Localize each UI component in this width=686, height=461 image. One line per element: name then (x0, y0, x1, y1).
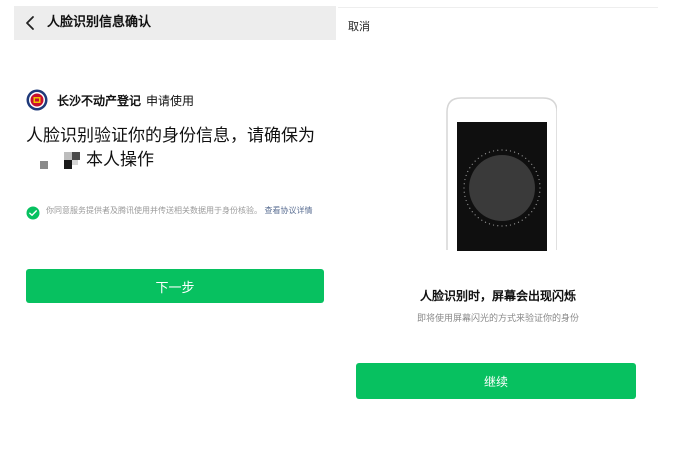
dial-tick (471, 163, 473, 165)
dial-tick (469, 167, 471, 169)
dial-tick (474, 214, 476, 216)
dial-tick (465, 174, 467, 177)
dial-tick (513, 151, 516, 153)
dial-tick (521, 155, 523, 157)
dial-tick (509, 224, 512, 226)
dial-tick (488, 223, 491, 225)
dial-tick (525, 157, 527, 159)
dial-tick (535, 203, 537, 206)
cancel-button[interactable]: 取消 (348, 18, 370, 34)
dial-tick (521, 219, 523, 221)
dial-tick (505, 225, 507, 227)
dial-tick (481, 219, 483, 221)
heading-line-2-text: 本人操作 (86, 149, 154, 170)
heading-line-2: 本人操作 (26, 148, 154, 172)
dial-tick (497, 225, 499, 227)
dial-tick (488, 151, 491, 153)
top-bar: 人脸识别信息确认 (14, 6, 336, 40)
dial-tick (513, 223, 516, 225)
dial-tick (517, 153, 520, 155)
flash-notice-panel: 取消 人脸识别时，屏幕会出现闪烁 即将使用屏幕闪光的方式来验证你的身份 继续 (338, 7, 658, 461)
dial-tick (463, 191, 465, 193)
dial-tick (533, 207, 535, 209)
dial-tick (528, 214, 530, 216)
flash-subtitle: 即将使用屏幕闪光的方式来验证你的身份 (416, 314, 579, 324)
dial-tick (484, 221, 487, 223)
dial-tick (528, 160, 530, 162)
dial-tick (492, 224, 495, 226)
dial-tick (474, 160, 476, 162)
dial-tick (471, 211, 473, 213)
seal-logo (26, 89, 48, 111)
dial-tick (481, 155, 483, 157)
dial-tick (539, 187, 541, 189)
screen: 人脸识别信息确认 长沙不动产登记 申请使用 人脸识别验证你的身份信息，请确保为 (0, 0, 686, 461)
dial-tick (539, 183, 541, 185)
dial-tick (477, 157, 479, 159)
dial-tick (463, 183, 465, 185)
dial-tick (464, 195, 466, 198)
dial-tick (501, 225, 503, 227)
info-confirm-panel: 人脸识别信息确认 长沙不动产登记 申请使用 人脸识别验证你的身份信息，请确保为 (14, 0, 336, 461)
org-row: 长沙不动产登记 申请使用 (26, 88, 194, 112)
view-agreement-link[interactable]: 查看协议详情 (265, 206, 313, 215)
org-name: 长沙不动产登记 (57, 93, 142, 108)
chevron-left-icon[interactable] (24, 15, 38, 31)
continue-button[interactable]: 继续 (356, 363, 636, 399)
phone-illustration (446, 97, 557, 251)
dial-tick (465, 199, 467, 202)
dial-tick (469, 207, 471, 209)
agreement-text: 你同意服务提供者及腾讯使用并传送相关数据用于身份核验。 查看协议详情 (46, 205, 336, 217)
dial-tick (477, 217, 479, 219)
dial-tick (484, 153, 487, 155)
check-circle-icon[interactable] (26, 206, 40, 220)
dial-tick (509, 150, 512, 152)
dial-tick (505, 149, 507, 151)
dial-tick (467, 203, 469, 206)
dial-tick (531, 211, 533, 213)
org-action-text: 申请使用 (146, 93, 195, 108)
dial-tick (492, 150, 495, 152)
flash-title: 人脸识别时，屏幕会出现闪烁 (419, 289, 576, 303)
dial-tick (463, 187, 465, 189)
dial-tick (467, 170, 469, 173)
redacted-name-mosaic (26, 149, 86, 171)
agreement-statement: 你同意服务提供者及腾讯使用并传送相关数据用于身份核验。 (46, 206, 262, 215)
dial-tick (525, 217, 527, 219)
dial-tick (538, 195, 540, 198)
dial-tick (538, 178, 540, 181)
dial-tick (533, 167, 535, 169)
dial-tick (501, 149, 503, 151)
dial-tick (537, 199, 539, 202)
next-step-button[interactable]: 下一步 (26, 269, 324, 303)
dial-tick (497, 149, 499, 151)
dial-tick (517, 221, 520, 223)
page-title: 人脸识别信息确认 (47, 15, 152, 30)
heading-line-1: 人脸识别验证你的身份信息，请确保为 (26, 126, 315, 146)
dial-tick (464, 178, 466, 181)
dial-tick (537, 174, 539, 177)
dial-tick (535, 170, 537, 173)
dial-tick (531, 163, 533, 165)
dial-tick (539, 191, 541, 193)
